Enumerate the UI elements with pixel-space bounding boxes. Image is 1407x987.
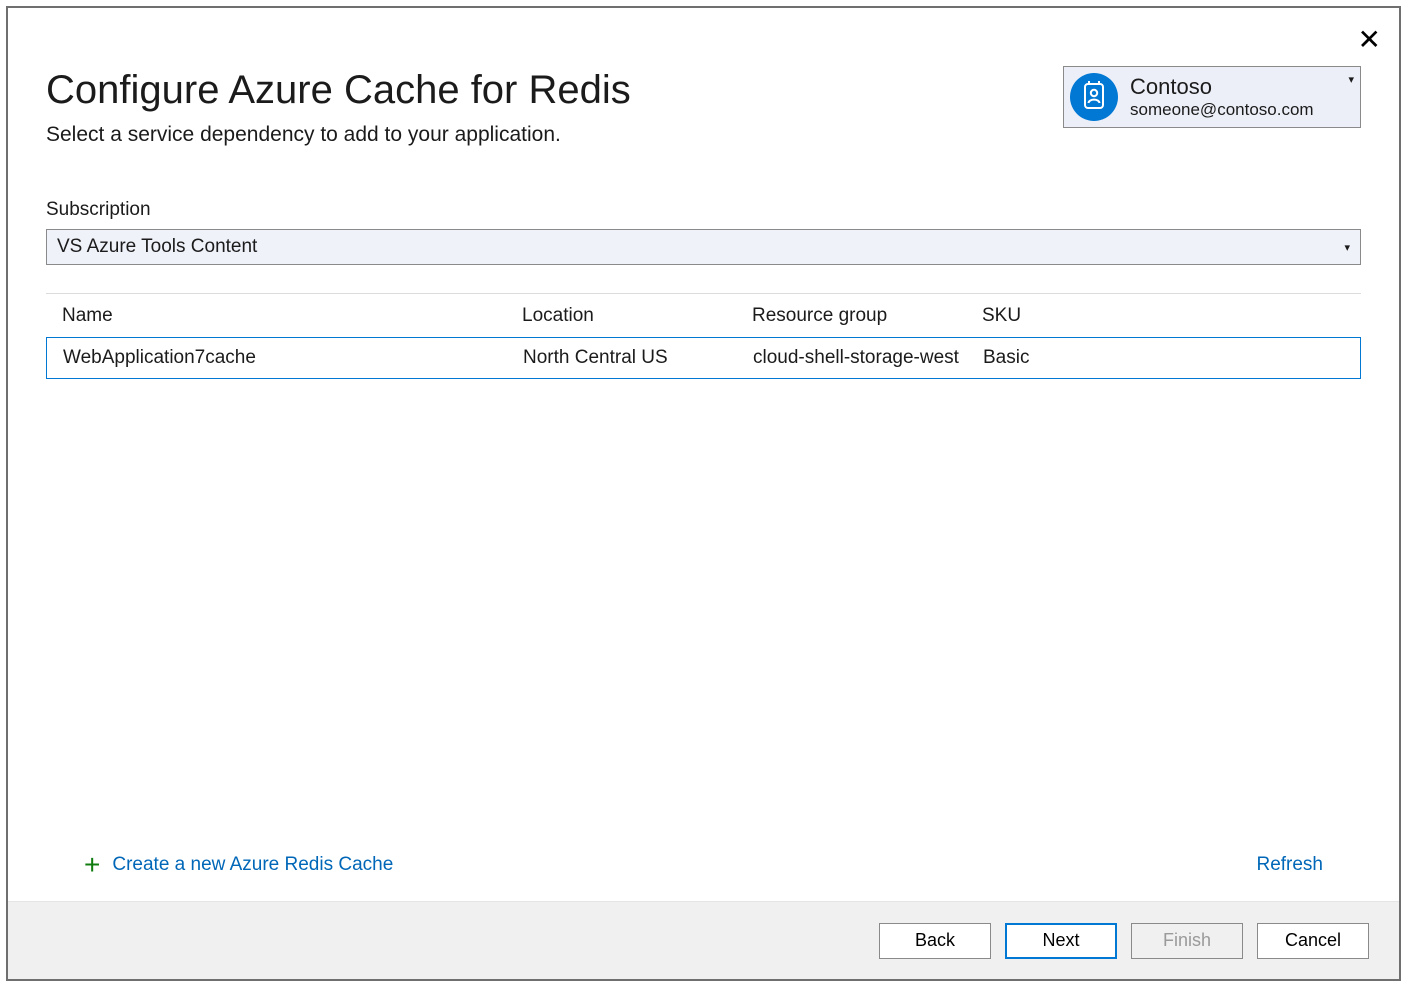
cell-location: North Central US: [523, 347, 753, 369]
cell-name: WebApplication7cache: [63, 347, 523, 369]
chevron-down-icon: ▾: [1344, 241, 1350, 254]
account-badge-icon: [1070, 73, 1118, 121]
content: Subscription VS Azure Tools Content ▾ Na…: [8, 147, 1399, 901]
create-new-cache-link[interactable]: + Create a new Azure Redis Cache: [84, 851, 393, 879]
finish-button: Finish: [1131, 923, 1243, 959]
cache-grid: Name Location Resource group SKU WebAppl…: [46, 293, 1361, 379]
subscription-label: Subscription: [46, 199, 1361, 221]
next-button[interactable]: Next: [1005, 923, 1117, 959]
account-text: Contoso someone@contoso.com: [1130, 74, 1314, 121]
column-header-resource-group[interactable]: Resource group: [752, 305, 982, 327]
column-header-name[interactable]: Name: [62, 305, 522, 327]
cell-sku: Basic: [983, 347, 1344, 369]
subscription-value: VS Azure Tools Content: [57, 236, 257, 258]
column-header-sku[interactable]: SKU: [982, 305, 1345, 327]
chevron-down-icon: ▾: [1348, 73, 1354, 86]
footer: Back Next Finish Cancel: [8, 901, 1399, 979]
table-row[interactable]: WebApplication7cache North Central US cl…: [46, 337, 1361, 379]
bottom-links: + Create a new Azure Redis Cache Refresh: [46, 851, 1361, 901]
grid-header-row: Name Location Resource group SKU: [46, 294, 1361, 338]
cancel-button[interactable]: Cancel: [1257, 923, 1369, 959]
header: Configure Azure Cache for Redis Select a…: [8, 8, 1399, 147]
plus-icon: +: [84, 851, 100, 879]
account-picker[interactable]: Contoso someone@contoso.com ▾: [1063, 66, 1361, 128]
create-new-cache-label: Create a new Azure Redis Cache: [112, 854, 393, 876]
dialog: ✕ Configure Azure Cache for Redis Select…: [6, 6, 1401, 981]
account-name: Contoso: [1130, 74, 1314, 100]
refresh-link[interactable]: Refresh: [1256, 854, 1323, 876]
back-button[interactable]: Back: [879, 923, 991, 959]
account-email: someone@contoso.com: [1130, 100, 1314, 120]
subscription-dropdown[interactable]: VS Azure Tools Content ▾: [46, 229, 1361, 265]
cell-resource-group: cloud-shell-storage-west: [753, 347, 983, 369]
column-header-location[interactable]: Location: [522, 305, 752, 327]
